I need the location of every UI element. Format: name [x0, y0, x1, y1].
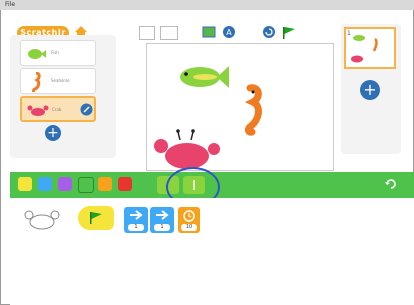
- looks-category-button[interactable]: [58, 177, 72, 191]
- undo-icon[interactable]: [384, 177, 398, 191]
- sprite-item-seahorse[interactable]: Seahorse: [20, 68, 96, 94]
- block-value[interactable]: 1: [128, 224, 144, 231]
- flag-icon: [90, 212, 102, 224]
- stage-canvas: [154, 66, 262, 169]
- sprite-item-fish[interactable]: Fish: [20, 40, 96, 66]
- crab-sprite[interactable]: [154, 129, 220, 169]
- green-flag-icon[interactable]: [281, 25, 297, 41]
- sprite-name: Crab: [52, 107, 62, 112]
- scripting-area[interactable]: [10, 198, 414, 305]
- page-thumbnail[interactable]: [344, 27, 396, 69]
- sound-category-button[interactable]: [78, 177, 94, 193]
- sprite-name: Seahorse: [51, 78, 70, 83]
- move-right-block[interactable]: 1: [150, 207, 174, 233]
- sprite-item-crab[interactable]: Crab: [20, 96, 96, 122]
- right-arrow-icon: [156, 210, 169, 220]
- file-menu[interactable]: File: [5, 0, 15, 10]
- small-stage-icon[interactable]: [139, 26, 155, 40]
- crab-icon: [27, 105, 49, 116]
- block-value[interactable]: 1: [154, 224, 170, 231]
- end-category-button[interactable]: [118, 177, 132, 191]
- page-preview: [351, 35, 378, 63]
- svg-text:A: A: [226, 28, 232, 37]
- fish-sprite[interactable]: [180, 66, 229, 88]
- text-icon[interactable]: A: [222, 25, 236, 39]
- selected-sprite-crab-icon: [24, 210, 60, 230]
- paint-editor-icon[interactable]: [80, 103, 93, 116]
- green-flag-trigger-block[interactable]: [78, 206, 114, 230]
- clock-icon: [183, 210, 195, 222]
- menu-bar: [0, 0, 414, 10]
- add-sprite-button[interactable]: +: [45, 125, 61, 141]
- reset-icon[interactable]: [262, 25, 276, 39]
- move-right-block[interactable]: 1: [124, 207, 148, 233]
- seahorse-icon: [32, 72, 41, 92]
- block-value[interactable]: 10: [181, 224, 197, 231]
- motion-category-button[interactable]: [38, 177, 52, 191]
- stage[interactable]: [146, 43, 334, 171]
- fish-icon: [28, 49, 46, 59]
- background-icon[interactable]: [202, 25, 216, 39]
- wait-block[interactable]: 10: [178, 207, 200, 233]
- full-screen-icon[interactable]: [160, 26, 178, 40]
- seahorse-sprite[interactable]: [244, 84, 262, 136]
- page-number: 1: [347, 30, 351, 37]
- add-page-button[interactable]: +: [360, 80, 380, 100]
- right-arrow-icon: [130, 210, 143, 220]
- control-category-button[interactable]: [98, 177, 112, 191]
- sprite-name: Fish: [51, 50, 59, 55]
- triggering-category-button[interactable]: [18, 177, 32, 191]
